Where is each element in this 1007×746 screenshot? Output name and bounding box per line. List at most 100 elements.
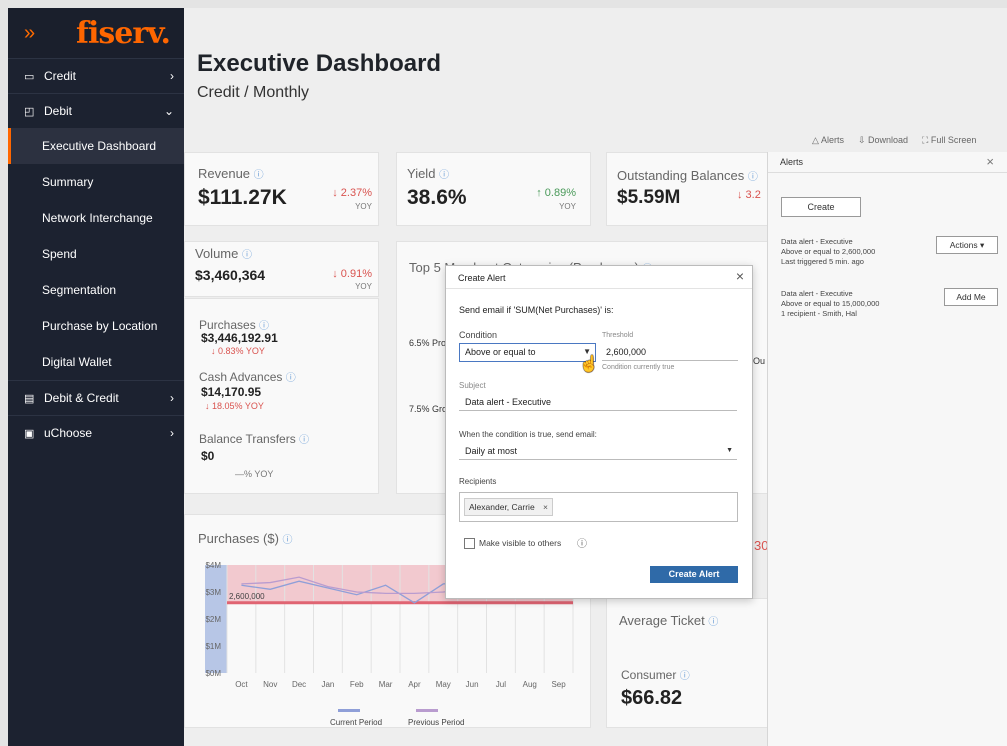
condition-value: Above or equal to [465, 347, 536, 357]
download-button[interactable]: ⇩ Download [858, 135, 908, 146]
revenue-delta: ↓ 2.37% [332, 187, 372, 199]
chevron-right-icon: › [170, 391, 174, 405]
create-alert-panel-button[interactable]: Create [781, 197, 861, 217]
close-icon[interactable]: × [986, 154, 994, 169]
recipients-input[interactable]: Alexander, Carrie × [459, 492, 738, 522]
make-visible-label: Make visible to others [479, 538, 562, 548]
revenue-label: Revenue ⓘ [198, 166, 264, 181]
mouse-cursor-icon: ☝ [579, 356, 599, 373]
purchases-delta: ↓ 0.83% YOY [211, 346, 265, 356]
sidebar-item-debit[interactable]: ◰ Debit ⌄ [8, 93, 184, 128]
purchases-value: $3,446,192.91 [201, 331, 278, 345]
info-icon[interactable]: ⓘ [254, 170, 264, 181]
alerts-panel-title: Alerts [780, 157, 804, 167]
x-tick-label: May [436, 680, 451, 689]
top5-row-1: 6.5% Pro [409, 338, 447, 348]
close-icon[interactable]: × [736, 268, 744, 284]
alert-meta: Last triggered 5 min. ago [781, 257, 864, 266]
info-icon[interactable]: ⓘ [439, 170, 449, 181]
frequency-label: When the condition is true, send email: [459, 430, 597, 439]
sidebar-subitem-segmentation[interactable]: Segmentation [8, 272, 184, 308]
sidebar-item-credit[interactable]: ▭ Credit › [8, 58, 184, 93]
info-icon[interactable]: ⓘ [242, 250, 252, 261]
subject-input[interactable]: Data alert - Executive [459, 394, 737, 411]
condition-label: Condition [459, 330, 498, 340]
yield-label: Yield ⓘ [407, 166, 449, 181]
cash-advances-delta: ↓ 18.05% YOY [205, 401, 264, 411]
x-tick-label: Apr [408, 680, 421, 689]
volume-yoy: YOY [355, 282, 372, 291]
threshold-label: 2,600,000 [229, 592, 265, 601]
caret-down-icon: ▼ [726, 447, 733, 454]
download-icon: ⇩ [857, 135, 866, 145]
info-icon[interactable]: ⓘ [299, 435, 309, 446]
balance-transfers-label: Balance Transfers ⓘ [199, 431, 309, 446]
threshold-input[interactable]: 2,600,000 [602, 344, 738, 361]
balance-transfers-value: $0 [201, 449, 215, 463]
cash-advances-label-text: Cash Advances [199, 370, 283, 384]
x-tick-label: Dec [292, 680, 306, 689]
divider [768, 172, 1007, 173]
dialog-intro: Send email if 'SUM(Net Purchases)' is: [459, 305, 614, 315]
credit-card-icon: ▭ [24, 70, 35, 83]
average-ticket-title: Average Ticket ⓘ [619, 613, 718, 628]
create-alert-submit-button[interactable]: Create Alert [650, 566, 738, 583]
make-visible-checkbox[interactable] [464, 538, 475, 549]
alert-actions-button[interactable]: Actions ▾ [936, 236, 998, 254]
fullscreen-icon: ⛶ [922, 135, 929, 145]
info-icon[interactable]: ⓘ [708, 617, 718, 628]
x-tick-label: Nov [263, 680, 277, 689]
create-alert-dialog: Create Alert × Send email if 'SUM(Net Pu… [445, 265, 753, 599]
outstanding-value: $5.59M [617, 187, 681, 208]
x-tick-label: Jan [321, 680, 334, 689]
revenue-yoy: YOY [355, 202, 372, 211]
sidebar-subitem-executive-dashboard[interactable]: Executive Dashboard [8, 128, 184, 164]
collapse-chevron-icon[interactable]: » [24, 22, 35, 45]
add-me-button[interactable]: Add Me [944, 288, 998, 306]
purchases-label-text: Purchases [199, 318, 256, 332]
alert-item: Data alert - Executive Above or equal to… [781, 289, 879, 319]
sidebar-subitem-digital-wallet[interactable]: Digital Wallet [8, 344, 184, 380]
recipient-chip: Alexander, Carrie × [464, 498, 554, 516]
info-icon[interactable]: ⓘ [748, 172, 758, 183]
threshold-label: Threshold [602, 332, 634, 339]
alerts-button[interactable]: △ Alerts [812, 135, 844, 146]
sidebar-item-debit-credit[interactable]: ▤ Debit & Credit › [8, 380, 184, 415]
info-icon[interactable]: ⓘ [577, 535, 587, 550]
balance-transfers-delta: —% YOY [235, 469, 274, 479]
toolbar: △ Alerts ⇩ Download ⛶ Full Screen [812, 135, 976, 146]
threshold-note: Condition currently true [602, 364, 675, 371]
outstanding-delta: ↓ 3.2 [737, 189, 761, 201]
x-tick-label: Oct [235, 680, 248, 689]
divider [446, 288, 752, 289]
page-subtitle: Credit / Monthly [197, 84, 310, 101]
cash-advances-label: Cash Advances ⓘ [199, 369, 296, 384]
remove-recipient-icon[interactable]: × [543, 502, 548, 512]
info-icon[interactable]: ⓘ [286, 373, 296, 384]
info-icon[interactable]: ⓘ [680, 671, 690, 682]
y-tick-label: $1M [205, 642, 221, 651]
y-tick-label: $3M [205, 588, 221, 597]
purchases-label: Purchases ⓘ [199, 317, 269, 332]
cash-advances-value: $14,170.95 [201, 385, 262, 399]
x-tick-label: Mar [379, 680, 393, 689]
volume-breakdown-card: Purchases ⓘ $3,446,192.91 ↓ 0.83% YOY Ca… [184, 298, 379, 494]
recipient-chip-label: Alexander, Carrie [469, 502, 535, 512]
yield-value: 38.6% [407, 186, 467, 209]
frequency-select[interactable]: Daily at most ▼ [459, 443, 737, 460]
sidebar-subitem-summary[interactable]: Summary [8, 164, 184, 200]
sidebar-item-uchoose[interactable]: ▣ uChoose › [8, 415, 184, 450]
y-tick-label: $2M [205, 615, 221, 624]
frequency-value: Daily at most [465, 446, 518, 456]
volume-card: Volume ⓘ $3,460,364 ↓ 0.91% YOY [184, 241, 379, 297]
sidebar-subitem-spend[interactable]: Spend [8, 236, 184, 272]
sidebar-subitem-purchase-by-location[interactable]: Purchase by Location [8, 308, 184, 344]
download-label: Download [868, 135, 909, 145]
sidebar-subitem-network-interchange[interactable]: Network Interchange [8, 200, 184, 236]
sidebar: » fiserv. ▭ Credit › ◰ Debit ⌄ Executive… [8, 8, 184, 746]
legend-swatch [338, 709, 360, 712]
consumer-label: Consumer ⓘ [621, 667, 690, 682]
condition-select[interactable]: Above or equal to ▼ [459, 343, 596, 362]
fullscreen-button[interactable]: ⛶ Full Screen [922, 135, 976, 146]
calculator-icon: ▤ [24, 392, 35, 405]
